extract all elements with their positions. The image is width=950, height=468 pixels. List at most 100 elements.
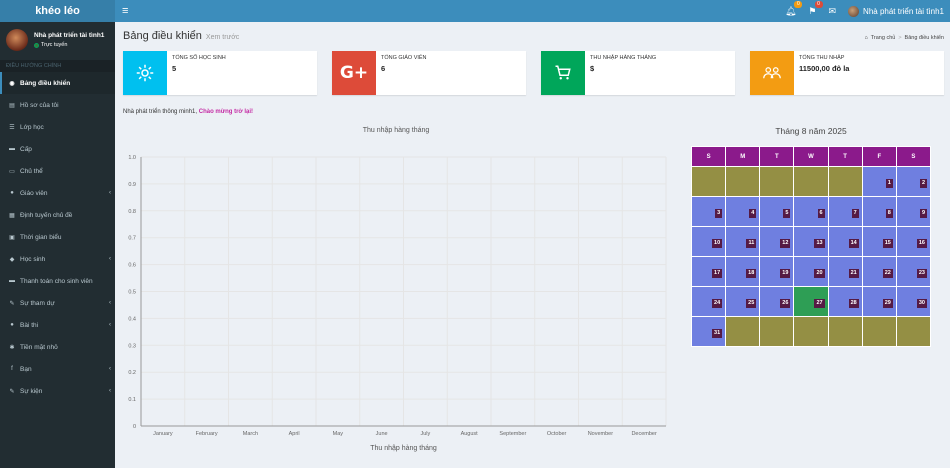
calendar-day[interactable]: 30: [895, 286, 932, 317]
sidebar-item-label: Hồ sơ của tôi: [20, 101, 59, 109]
calendar-day[interactable]: 13: [793, 226, 829, 257]
calendar-day[interactable]: 18: [725, 256, 761, 287]
calendar-empty-cell: [725, 316, 761, 347]
info-box-label: TỔNG GIÁO VIÊN: [381, 55, 427, 61]
home-icon: ⌂: [864, 35, 868, 41]
calendar-week-row: 31: [690, 316, 932, 347]
calendar-day-number: 14: [848, 239, 859, 248]
sidebar-item-label: Sự tham dự: [20, 299, 55, 307]
sidebar-item-4[interactable]: ▬ Cấp: [0, 138, 115, 160]
calendar-day-number: 9: [919, 209, 927, 218]
calendar-day[interactable]: 21: [827, 256, 863, 287]
sidebar-item-15[interactable]: ✎ Sự kiện ‹: [0, 380, 115, 402]
top-navbar: ≡ 🔔︎ 0 ⚑ 0 ✉ Nhà phát triển tài tình1: [115, 0, 950, 22]
event-icon: ✎: [9, 388, 15, 395]
y-tick-label: 0.1: [128, 397, 136, 403]
y-tick-label: 1.0: [128, 155, 136, 161]
calendar-day[interactable]: 29: [861, 286, 897, 317]
welcome-message: Nhà phát triển thông minh1, Chào mừng tr…: [123, 109, 253, 115]
calendar-weekday: M: [725, 146, 761, 167]
info-box-label: TỔNG THU NHẬP: [799, 55, 845, 61]
calendar-day[interactable]: 28: [827, 286, 863, 317]
calendar-day[interactable]: 11: [725, 226, 761, 257]
flag-badge: 0: [814, 0, 823, 8]
y-tick-label: 0.3: [128, 343, 136, 349]
sidebar-item-label: Cấp: [20, 145, 32, 153]
user-menu[interactable]: Nhà phát triển tài tình1: [848, 5, 944, 17]
calendar-day[interactable]: 15: [861, 226, 897, 257]
calendar-day[interactable]: 14: [827, 226, 863, 257]
sidebar-item-10[interactable]: ▬ Thanh toán cho sinh viên: [0, 270, 115, 292]
list-icon: ☰: [9, 124, 15, 131]
teacher-icon: ●: [10, 190, 14, 196]
calendar-day[interactable]: 12: [759, 226, 795, 257]
x-tick-label: January: [153, 431, 173, 437]
bell-icon[interactable]: 🔔︎ 0: [785, 0, 803, 17]
envelope-icon[interactable]: ✉: [829, 6, 837, 17]
calendar-day[interactable]: 7: [827, 196, 863, 227]
calendar-day[interactable]: 3: [690, 196, 727, 227]
calendar-day[interactable]: 23: [895, 256, 932, 287]
page-subtitle: Xem trước: [205, 34, 240, 41]
calendar-day[interactable]: 8: [861, 196, 897, 227]
sidebar-item-11[interactable]: ✎ Sự tham dự ‹: [0, 292, 115, 314]
calendar-day[interactable]: 1: [861, 166, 897, 197]
calendar-weekday: W: [793, 146, 829, 167]
sidebar-header: ĐIỀU HƯỚNG CHÍNH: [0, 60, 115, 72]
calendar-weekday: S: [690, 146, 727, 167]
calendar-day[interactable]: 4: [725, 196, 761, 227]
calendar-day[interactable]: 25: [725, 286, 761, 317]
calendar-day[interactable]: 19: [759, 256, 795, 287]
sidebar-item-label: Thời gian biểu: [20, 233, 62, 241]
online-dot-icon: [34, 42, 39, 48]
sidebar-item-7[interactable]: ▦ Định tuyến chủ đề: [0, 204, 115, 226]
calendar-day[interactable]: 10: [690, 226, 727, 257]
sidebar-item-1[interactable]: ◉ Bảng điều khiển: [0, 72, 115, 94]
calendar-day[interactable]: 9: [895, 196, 932, 227]
calendar-weekday: F: [861, 146, 897, 167]
calendar-today-cell[interactable]: 27: [793, 286, 829, 317]
welcome-highlight: Chào mừng trở lại!: [198, 109, 254, 115]
calendar-day[interactable]: 31: [690, 316, 727, 347]
welcome-name: Nhà phát triển thông minh1,: [123, 109, 198, 115]
calendar-empty-cell: [690, 166, 727, 197]
calendar-day[interactable]: 26: [759, 286, 795, 317]
calendar-day[interactable]: 22: [861, 256, 897, 287]
sidebar-item-label: Bảng điều khiển: [20, 79, 71, 87]
chevron-left-icon: ‹: [109, 388, 111, 394]
calendar-empty-cell: [793, 166, 829, 197]
cash-icon: ✱: [9, 344, 15, 351]
calendar-day[interactable]: 20: [793, 256, 829, 287]
x-tick-label: December: [631, 431, 657, 437]
sidebar-item-label: Giáo viên: [20, 189, 48, 197]
x-tick-label: June: [376, 431, 388, 437]
sidebar-item-2[interactable]: ▤ Hồ sơ của tôi: [0, 94, 115, 116]
sidebar-item-5[interactable]: ▭ Chủ thể: [0, 160, 115, 182]
sidebar-item-8[interactable]: ▣ Thời gian biểu: [0, 226, 115, 248]
exam-icon: ●: [10, 322, 14, 328]
sidebar-item-3[interactable]: ☰ Lớp học: [0, 116, 115, 138]
calendar-weekday: T: [827, 146, 863, 167]
sidebar-item-14[interactable]: f Bạn ‹: [0, 358, 115, 380]
calendar-day[interactable]: 6: [793, 196, 829, 227]
hamburger-icon[interactable]: ≡: [122, 5, 128, 17]
calendar-day-number: 13: [814, 239, 825, 248]
sidebar-item-6[interactable]: ● Giáo viên ‹: [0, 182, 115, 204]
sidebar-item-9[interactable]: ◆ Học sinh ‹: [0, 248, 115, 270]
calendar-day[interactable]: 17: [690, 256, 727, 287]
calendar-week-row: 3 4 5 6 7 8 9: [690, 196, 932, 227]
subject-icon: ▭: [9, 168, 15, 175]
calendar-empty-cell: [827, 166, 863, 197]
calendar-day[interactable]: 24: [690, 286, 727, 317]
sidebar-item-12[interactable]: ● Bài thi ‹: [0, 314, 115, 336]
sidebar-item-13[interactable]: ✱ Tiền mặt nhỏ: [0, 336, 115, 358]
calendar-day[interactable]: 16: [895, 226, 932, 257]
calendar-day[interactable]: 5: [759, 196, 795, 227]
calendar-day-number: 10: [712, 239, 723, 248]
chevron-left-icon: ‹: [109, 322, 111, 328]
avatar: [6, 29, 28, 51]
calendar-day[interactable]: 2: [895, 166, 932, 197]
breadcrumb-home[interactable]: Trang chủ: [871, 35, 896, 41]
flag-icon[interactable]: ⚑ 0: [808, 0, 823, 17]
app-logo[interactable]: khéo léo: [0, 0, 115, 22]
